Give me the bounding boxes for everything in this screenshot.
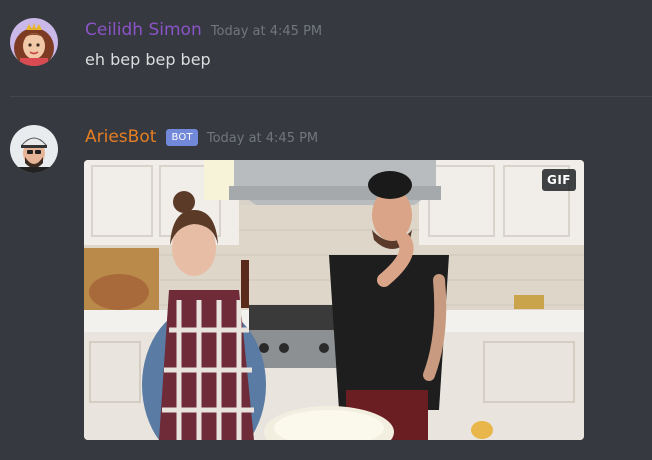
timestamp: Today at 4:45 PM [206, 131, 319, 146]
message-item: Ceilidh Simon Today at 4:45 PM eh bep be… [0, 0, 652, 96]
user-avatar[interactable] [10, 18, 58, 66]
gif-attachment[interactable]: GIF [84, 160, 584, 440]
message-header: AriesBot BOT Today at 4:45 PM [85, 127, 318, 148]
gif-badge: GIF [541, 169, 576, 191]
man-in-cap-avatar-icon [10, 125, 58, 173]
username[interactable]: AriesBot [85, 127, 156, 147]
username[interactable]: Ceilidh Simon [85, 20, 202, 40]
kitchen-cooking-gif-icon [84, 160, 584, 440]
message-header: Ceilidh Simon Today at 4:45 PM [85, 20, 322, 40]
girl-with-crown-avatar-icon [10, 18, 58, 66]
bot-avatar[interactable] [10, 125, 58, 173]
timestamp: Today at 4:45 PM [210, 24, 323, 39]
message-text: eh bep bep bep [85, 50, 211, 69]
bot-tag: BOT [166, 129, 198, 146]
